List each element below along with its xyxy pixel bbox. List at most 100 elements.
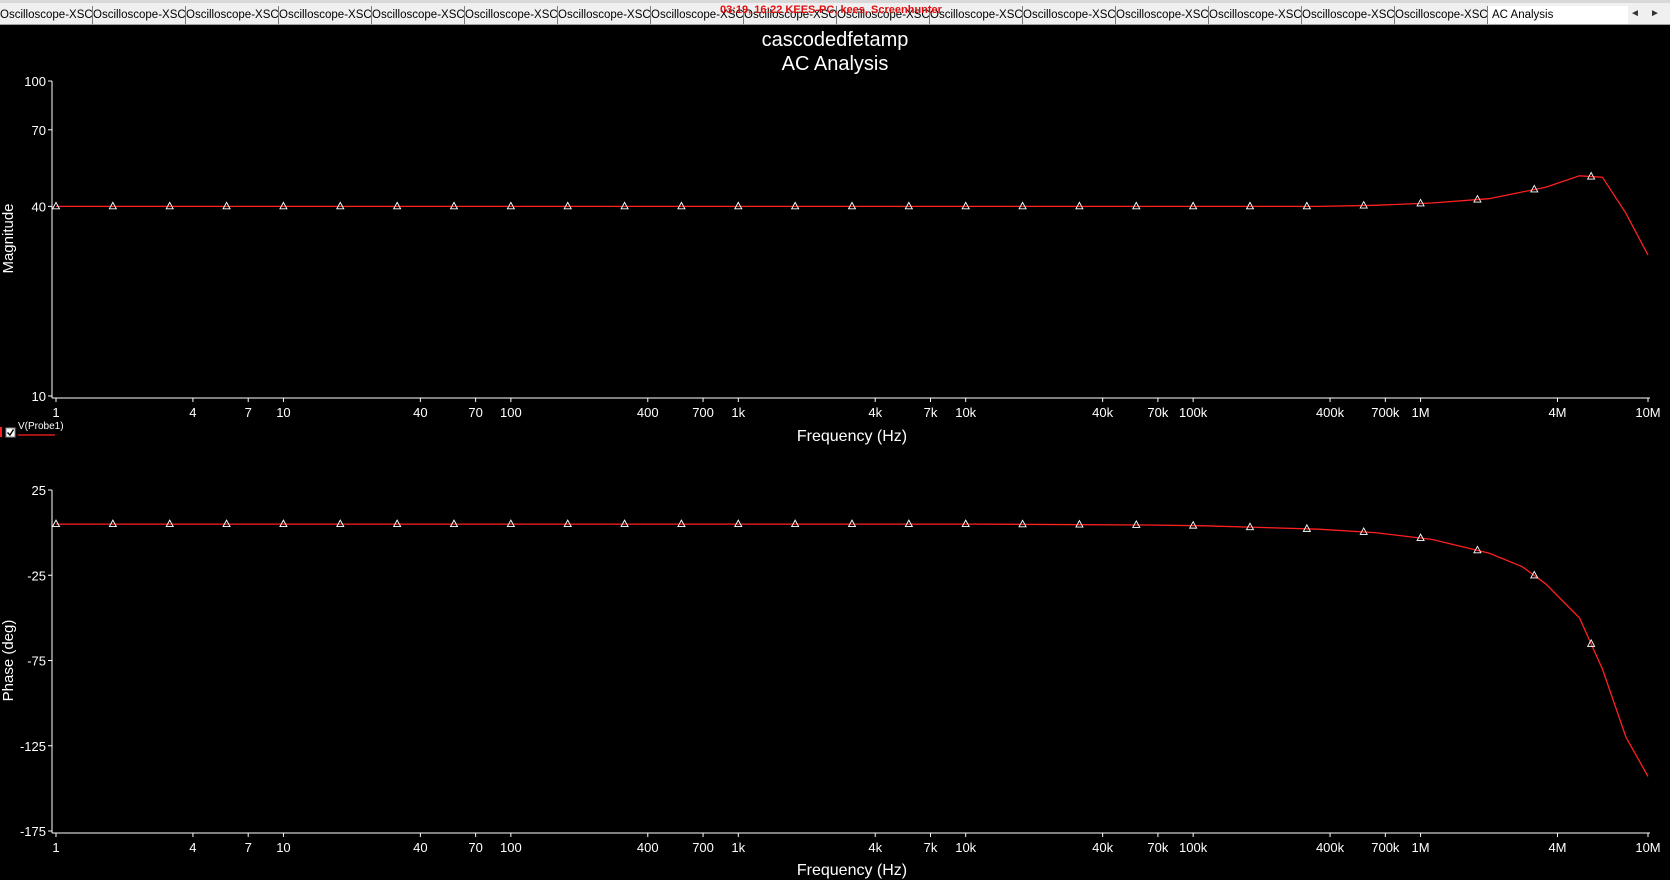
toolbar-strip: [0, 0, 1670, 3]
y-tick-label: 10: [32, 389, 46, 404]
trace-marker: [1188, 520, 1198, 529]
tab-oscilloscope[interactable]: Oscilloscope-XSC1: [372, 6, 465, 24]
tab-bar: Oscilloscope-XSC1Oscilloscope-XSC1Oscill…: [0, 0, 1670, 25]
trace-marker: [677, 201, 686, 210]
x-tick-label: 4: [189, 840, 196, 855]
tab-oscilloscope[interactable]: Oscilloscope-XSC1: [1023, 6, 1116, 24]
trace-marker: [620, 201, 629, 210]
trace-marker: [620, 519, 629, 528]
x-tick-label: 4: [189, 405, 196, 420]
trace-marker: [734, 519, 743, 528]
x-tick-label: 10k: [955, 405, 976, 420]
trace-marker: [506, 519, 516, 528]
trace-marker: [790, 201, 800, 210]
x-tick-label: 400: [637, 840, 659, 855]
y-tick-label: 40: [32, 199, 46, 214]
trace-marker: [108, 201, 118, 210]
ac-analysis-chart: cascodedfetampAC Analysis 10 40 70 100 Magnit…: [0, 29, 1661, 879]
trace-marker: [677, 519, 686, 528]
tab-oscilloscope[interactable]: Oscilloscope-XSC1: [558, 6, 651, 24]
trace-marker: [790, 519, 800, 528]
tab-oscilloscope[interactable]: Oscilloscope-XSC1: [930, 6, 1023, 24]
legend-edge-mark: [0, 427, 2, 437]
trace-marker: [563, 201, 572, 210]
x-tick-label: 10k: [955, 840, 976, 855]
trace-marker: [1416, 198, 1425, 207]
legend-label: V(Probe1): [18, 421, 64, 432]
trace-line: [56, 175, 1649, 256]
x-tick-label: 40k: [1092, 840, 1113, 855]
trace-marker: [392, 201, 402, 210]
x-tick-label: 7: [245, 405, 252, 420]
tab-oscilloscope[interactable]: Oscilloscope-XSC1: [1395, 6, 1488, 24]
trace-marker: [734, 201, 743, 210]
trace-marker: [1245, 522, 1255, 531]
trace-marker: [1359, 200, 1368, 209]
y-tick-label: 25: [32, 483, 46, 498]
x-tick-label: 4k: [868, 405, 882, 420]
x-axis-label: Frequency (Hz): [797, 428, 907, 445]
trace-marker: [904, 201, 914, 210]
trace-marker: [1132, 201, 1141, 210]
x-tick-label: 10M: [1635, 405, 1660, 420]
x-tick-label: 700: [692, 405, 714, 420]
trace-marker: [1302, 201, 1312, 210]
trace-marker: [108, 519, 118, 528]
y-axis-label: Magnitude: [0, 203, 17, 273]
x-tick-label: 7k: [924, 840, 938, 855]
trace-marker: [904, 519, 914, 528]
x-tick-label: 400k: [1316, 405, 1345, 420]
x-tick-label: 70: [468, 405, 482, 420]
watermark-text: 03:19, 16:22 KEES-PC, kees, Screenhunter: [720, 4, 942, 16]
tab-oscilloscope[interactable]: Oscilloscope-XSC1: [1116, 6, 1209, 24]
x-tick-label: 1: [52, 405, 59, 420]
x-tick-label: 40k: [1092, 405, 1113, 420]
trace-marker: [449, 201, 459, 210]
tab-oscilloscope[interactable]: Oscilloscope-XSC1: [1209, 6, 1302, 24]
x-tick-label: 100k: [1179, 840, 1208, 855]
trace-marker: [847, 201, 857, 210]
x-tick-label: 4M: [1548, 840, 1566, 855]
chart-subtitle: AC Analysis: [782, 53, 889, 75]
x-tick-label: 10: [276, 840, 290, 855]
x-tick-label: 4M: [1548, 405, 1566, 420]
x-tick-label: 700: [692, 840, 714, 855]
chart-title: cascodedfetamp: [762, 29, 909, 51]
tab-oscilloscope[interactable]: Oscilloscope-XSC1: [93, 6, 186, 24]
y-tick-label: -125: [20, 739, 46, 754]
trace-marker: [961, 519, 970, 528]
trace-marker: [165, 519, 174, 528]
tab-oscilloscope[interactable]: Oscilloscope-XSC1: [279, 6, 372, 24]
legend-checkbox: [5, 427, 16, 438]
x-tick-label: 1M: [1412, 840, 1430, 855]
x-tick-label: 70k: [1147, 840, 1168, 855]
x-tick-label: 7: [245, 840, 252, 855]
x-tick-label: 1M: [1412, 405, 1430, 420]
trace-marker: [961, 201, 970, 210]
y-axis-label: Phase (deg): [0, 620, 17, 702]
trace-marker: [449, 519, 459, 528]
x-tick-label: 1: [52, 840, 59, 855]
tab-oscilloscope[interactable]: Oscilloscope-XSC1: [465, 6, 558, 24]
tab-oscilloscope[interactable]: Oscilloscope-XSC1: [1302, 6, 1395, 24]
y-tick-label: 100: [24, 74, 46, 89]
trace-marker: [392, 519, 402, 528]
x-tick-label: 700k: [1371, 840, 1400, 855]
scroll-right-icon[interactable]: ►: [1648, 6, 1662, 22]
trace-marker: [563, 519, 572, 528]
trace-marker: [222, 201, 231, 210]
tab-oscilloscope[interactable]: Oscilloscope-XSC1: [0, 6, 93, 24]
x-tick-label: 100k: [1179, 405, 1208, 420]
tab-oscilloscope[interactable]: Oscilloscope-XSC1: [186, 6, 279, 24]
x-tick-label: 70: [468, 840, 482, 855]
trace-marker: [1245, 201, 1255, 210]
trace-marker: [279, 519, 288, 528]
scroll-left-icon[interactable]: ◄: [1628, 6, 1642, 22]
trace-marker: [165, 201, 174, 210]
x-tick-label: 1k: [731, 840, 745, 855]
x-tick-label: 40: [413, 840, 427, 855]
tab-ac-analysis[interactable]: AC Analysis: [1488, 6, 1628, 24]
trace-marker: [222, 519, 231, 528]
x-tick-label: 4k: [868, 840, 882, 855]
trace-marker: [1188, 201, 1198, 210]
